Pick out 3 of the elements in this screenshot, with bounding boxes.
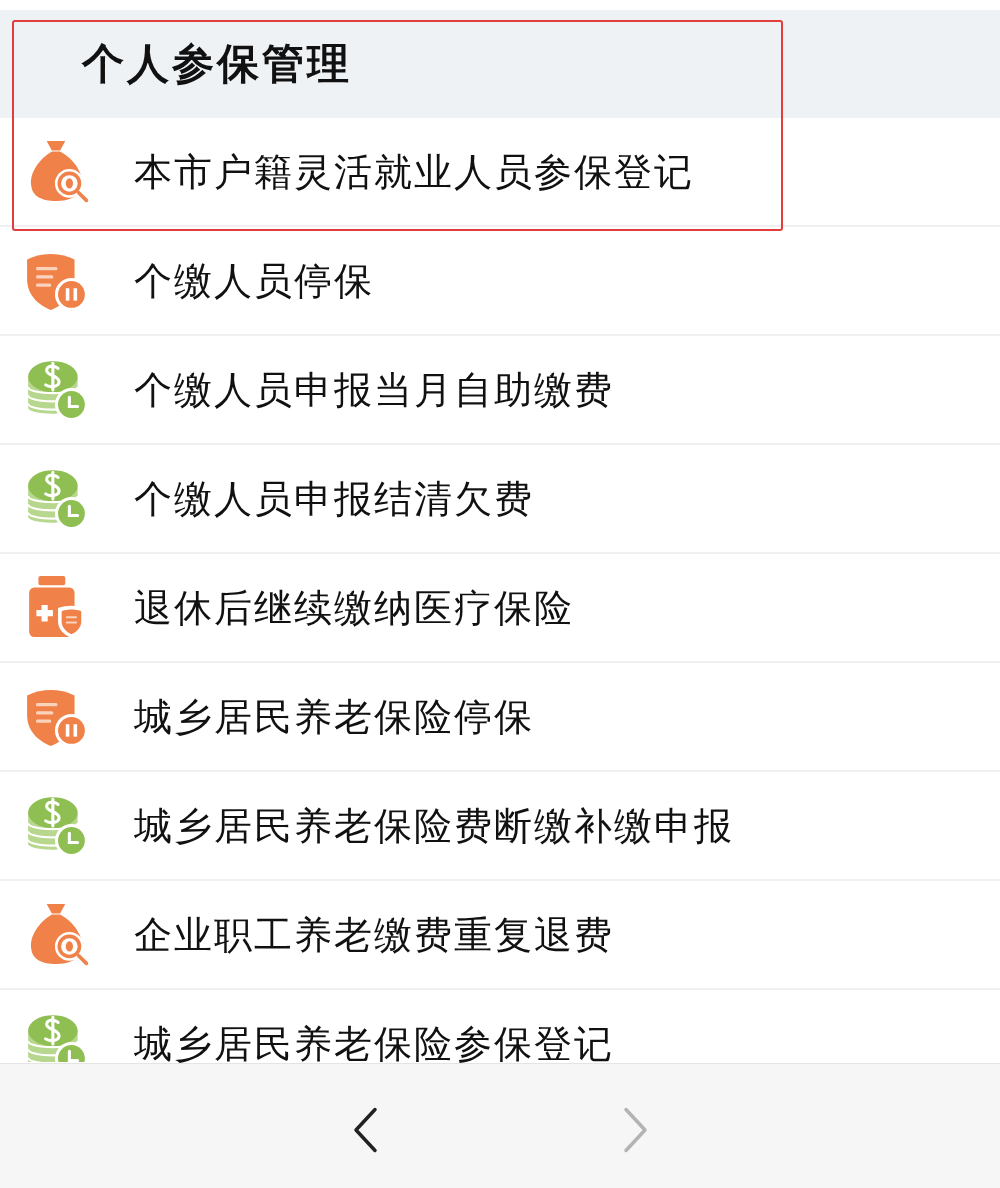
chevron-right-icon <box>622 1107 648 1153</box>
chevron-left-icon <box>352 1107 378 1153</box>
section-title: 个人参保管理 <box>82 43 352 85</box>
